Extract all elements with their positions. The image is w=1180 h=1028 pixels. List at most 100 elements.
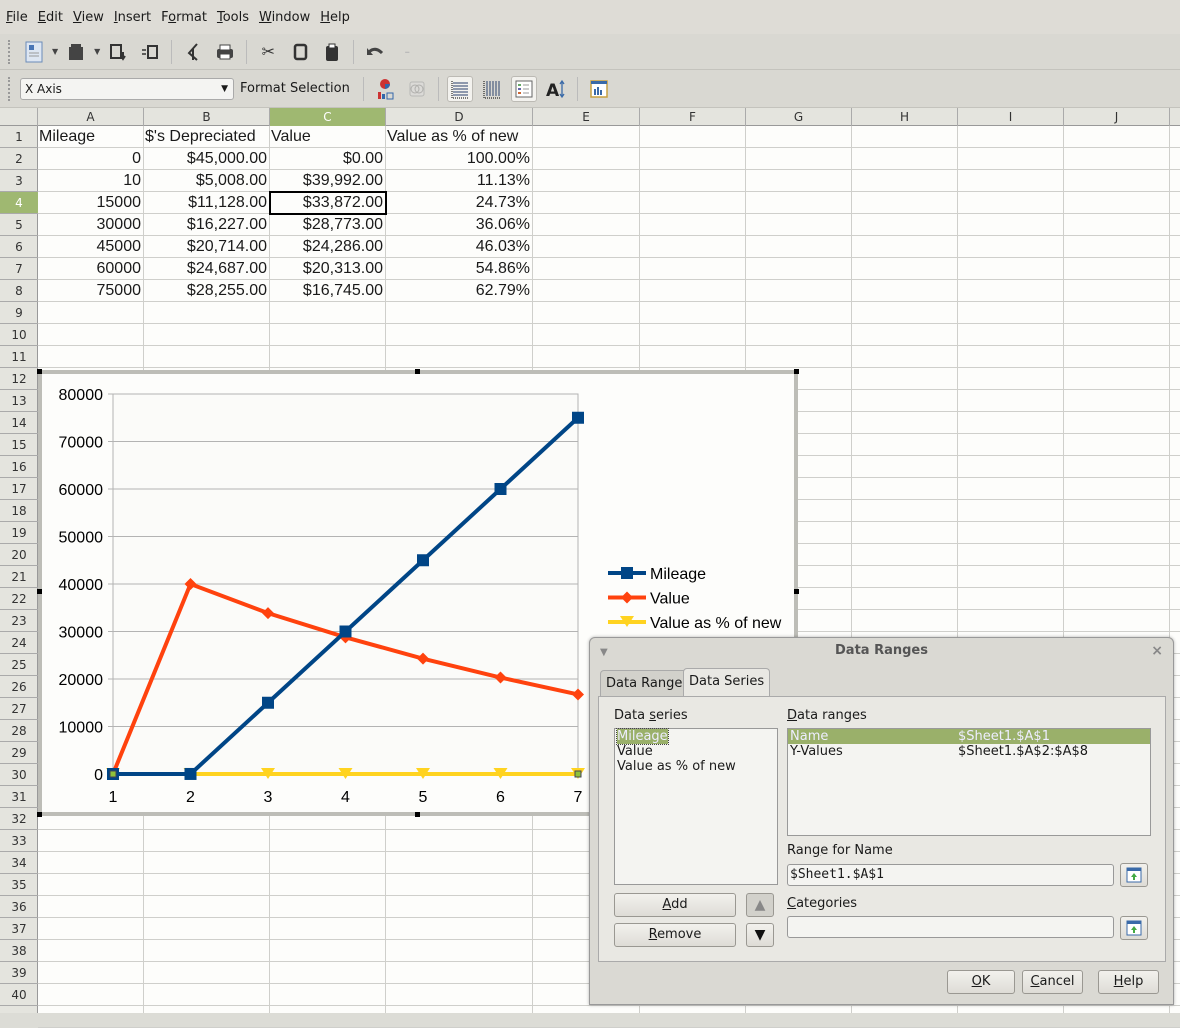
range-list-item[interactable]: Name$Sheet1.$A$1 (788, 729, 1150, 744)
cancel-button[interactable]: Cancel (1022, 970, 1083, 994)
row-header-27[interactable]: 27 (0, 698, 38, 720)
row-header-29[interactable]: 29 (0, 742, 38, 764)
row-header-1[interactable]: 1 (0, 126, 38, 148)
format-selection-button[interactable]: Format Selection (240, 81, 350, 96)
menu-insert[interactable]: Insert (114, 10, 151, 25)
column-header-f[interactable]: F (640, 108, 746, 126)
data-cell[interactable]: $28,255.00 (144, 280, 269, 302)
shrink-categories-button[interactable] (1120, 916, 1148, 940)
data-cell[interactable]: 15000 (38, 192, 143, 214)
data-cell[interactable]: 36.06% (386, 214, 532, 236)
vertical-grids-icon[interactable] (479, 76, 505, 102)
export-icon[interactable] (137, 39, 163, 65)
row-header-20[interactable]: 20 (0, 544, 38, 566)
add-series-button[interactable]: Add (614, 893, 736, 917)
header-cell[interactable]: Value (270, 126, 385, 148)
move-up-button[interactable]: ▲ (746, 893, 774, 917)
save-icon[interactable] (105, 39, 131, 65)
data-cell[interactable]: $45,000.00 (144, 148, 269, 170)
series-list-item[interactable]: Value as % of new (615, 759, 777, 774)
row-header-33[interactable]: 33 (0, 830, 38, 852)
menu-tools[interactable]: Tools (217, 10, 249, 25)
new-document-icon[interactable] (21, 39, 47, 65)
data-cell[interactable]: 60000 (38, 258, 143, 280)
row-header-32[interactable]: 32 (0, 808, 38, 830)
scale-text-icon[interactable]: A (543, 76, 569, 102)
shrink-range-button[interactable] (1120, 863, 1148, 887)
column-header-a[interactable]: A (38, 108, 144, 126)
row-header-40[interactable]: 40 (0, 984, 38, 1006)
series-list-item[interactable]: Value (615, 744, 777, 759)
automatic-layout-icon[interactable] (586, 76, 612, 102)
move-down-button[interactable]: ▼ (746, 923, 774, 947)
range-list-item[interactable]: Y-Values$Sheet1.$A$2:$A$8 (788, 744, 1150, 759)
help-button[interactable]: Help (1098, 970, 1159, 994)
data-cell[interactable]: 0 (38, 148, 143, 170)
column-header-h[interactable]: H (852, 108, 958, 126)
row-header-13[interactable]: 13 (0, 390, 38, 412)
open-dropdown-icon[interactable]: ▼ (94, 47, 100, 56)
data-cell[interactable]: 11.13% (386, 170, 532, 192)
window-menu-icon[interactable]: ▼ (600, 640, 608, 666)
data-cell[interactable]: $28,773.00 (270, 214, 385, 236)
paste-icon[interactable] (319, 39, 345, 65)
column-header-i[interactable]: I (958, 108, 1064, 126)
data-cell[interactable]: 24.73% (386, 192, 532, 214)
row-header-28[interactable]: 28 (0, 720, 38, 742)
open-folder-icon[interactable] (63, 39, 89, 65)
chart-data-table-icon[interactable] (404, 76, 430, 102)
selection-handle[interactable] (794, 589, 799, 594)
selection-handle[interactable] (794, 369, 799, 374)
select-chart-element-dropdown[interactable]: X Axis ▼ (20, 78, 234, 100)
data-cell[interactable]: $24,687.00 (144, 258, 269, 280)
series-list-item[interactable]: Mileage (615, 729, 777, 744)
tab-data-series[interactable]: Data Series (683, 668, 770, 697)
row-header-21[interactable]: 21 (0, 566, 38, 588)
row-header-12[interactable]: 12 (0, 368, 38, 390)
row-header-3[interactable]: 3 (0, 170, 38, 192)
remove-series-button[interactable]: Remove (614, 923, 736, 947)
header-cell[interactable]: $'s Depreciated (144, 126, 269, 148)
data-cell[interactable]: 46.03% (386, 236, 532, 258)
data-ranges-list[interactable]: Name$Sheet1.$A$1Y-Values$Sheet1.$A$2:$A$… (787, 728, 1151, 836)
column-header-j[interactable]: J (1064, 108, 1170, 126)
dialog-titlebar[interactable]: ▼ Data Ranges × (590, 638, 1173, 664)
row-header-37[interactable]: 37 (0, 918, 38, 940)
menu-view[interactable]: View (73, 10, 104, 25)
data-cell[interactable]: $39,992.00 (270, 170, 385, 192)
row-header-24[interactable]: 24 (0, 632, 38, 654)
column-header-g[interactable]: G (746, 108, 852, 126)
selection-handle[interactable] (37, 589, 42, 594)
selection-handle[interactable] (415, 369, 420, 374)
cut-icon[interactable]: ✂ (255, 39, 281, 65)
data-cell[interactable]: $0.00 (270, 148, 385, 170)
row-header-16[interactable]: 16 (0, 456, 38, 478)
row-header-19[interactable]: 19 (0, 522, 38, 544)
row-header-23[interactable]: 23 (0, 610, 38, 632)
row-header-8[interactable]: 8 (0, 280, 38, 302)
selection-handle[interactable] (37, 812, 42, 817)
row-header-25[interactable]: 25 (0, 654, 38, 676)
pdf-export-icon[interactable] (180, 39, 206, 65)
ok-button[interactable]: OK (947, 970, 1015, 994)
close-icon[interactable]: × (1151, 638, 1163, 664)
chart-type-icon[interactable] (372, 76, 398, 102)
toolbar-grip[interactable] (8, 40, 12, 64)
data-cell[interactable]: 30000 (38, 214, 143, 236)
data-series-list[interactable]: MileageValueValue as % of new (614, 728, 778, 885)
menu-format[interactable]: Format (161, 10, 207, 25)
selection-handle[interactable] (415, 812, 420, 817)
row-header-5[interactable]: 5 (0, 214, 38, 236)
row-header-4[interactable]: 4 (0, 192, 38, 214)
legend-toggle-icon[interactable] (511, 76, 537, 102)
toolbar-grip[interactable] (8, 77, 12, 101)
row-header-26[interactable]: 26 (0, 676, 38, 698)
selection-handle[interactable] (37, 369, 42, 374)
data-cell[interactable]: $20,714.00 (144, 236, 269, 258)
data-cell[interactable]: $5,008.00 (144, 170, 269, 192)
copy-icon[interactable] (287, 39, 313, 65)
row-header-17[interactable]: 17 (0, 478, 38, 500)
column-header-d[interactable]: D (386, 108, 533, 126)
horizontal-grids-icon[interactable] (447, 76, 473, 102)
row-header-14[interactable]: 14 (0, 412, 38, 434)
